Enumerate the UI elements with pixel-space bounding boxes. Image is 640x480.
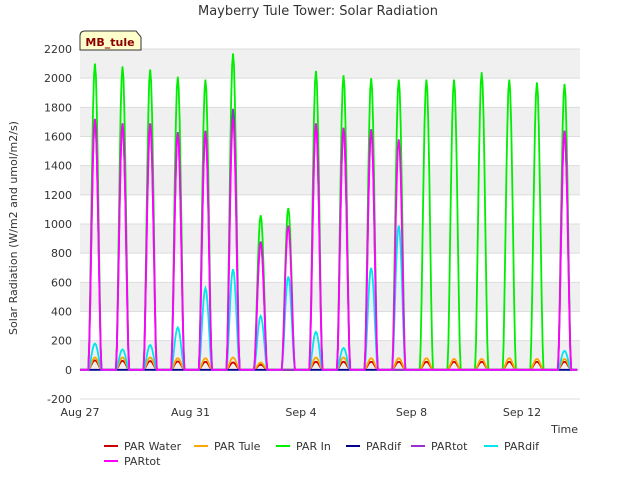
x-tick-label: Aug 31 xyxy=(171,406,210,419)
y-tick-label: 1600 xyxy=(44,131,72,144)
y-tick-label: 1000 xyxy=(44,218,72,231)
grid-band xyxy=(80,107,580,137)
y-tick-label: 2200 xyxy=(44,43,72,56)
legend-label: PAR Tule xyxy=(214,440,261,453)
x-tick-label: Sep 12 xyxy=(503,406,541,419)
y-tick-label: 200 xyxy=(51,335,72,348)
grid-band xyxy=(80,165,580,195)
grid-band xyxy=(80,49,580,79)
legend-label: PAR Water xyxy=(124,440,182,453)
legend-label: PARdif xyxy=(366,440,402,453)
y-tick-label: 1200 xyxy=(44,189,72,202)
x-tick-label: Sep 4 xyxy=(285,406,316,419)
x-tick-label: Aug 27 xyxy=(61,406,100,419)
legend-label: PAR In xyxy=(296,440,331,453)
station-badge-label: MB_tule xyxy=(85,36,134,49)
y-tick-label: 800 xyxy=(51,247,72,260)
station-badge: MB_tule xyxy=(79,30,142,51)
y-tick-labels: -200 0 200 400 600 800 1000 1200 1400 1600 1800 200… xyxy=(44,43,72,406)
y-tick-label: 1400 xyxy=(44,160,72,173)
y-tick-label: 600 xyxy=(51,276,72,289)
x-axis-label: Time xyxy=(550,423,578,436)
y-tick-label: 2000 xyxy=(44,72,72,85)
x-tick-label: Sep 8 xyxy=(396,406,427,419)
legend-label: PARdif xyxy=(504,440,540,453)
y-axis-label: Solar Radiation (W/m2 and umol/m2/s) xyxy=(7,121,20,335)
legend: PAR Water PAR Tule PAR In PARdif PARtot PARdi… xyxy=(104,440,540,468)
legend-label: PARtot xyxy=(431,440,468,453)
chart-svg: -200 0 200 400 600 800 1000 1200 1400 1600 1800 200… xyxy=(7,4,580,468)
y-tick-label: -200 xyxy=(47,393,72,406)
x-tick-labels: Aug 27 Aug 31 Sep 4 Sep 8 Sep 12 xyxy=(61,406,542,419)
legend-label: PARtot xyxy=(124,455,161,468)
y-tick-label: 400 xyxy=(51,306,72,319)
y-tick-label: 1800 xyxy=(44,101,72,114)
y-tick-label: 0 xyxy=(65,364,72,377)
chart-title: Mayberry Tule Tower: Solar Radiation xyxy=(198,4,438,19)
